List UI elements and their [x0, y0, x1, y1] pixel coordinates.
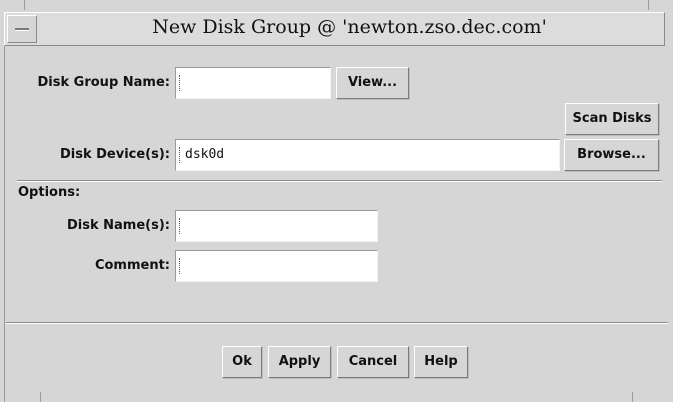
- options-label: Options:: [18, 185, 81, 200]
- comment-label: Comment:: [94, 258, 170, 273]
- frame-edge: [648, 0, 649, 10]
- comment-input[interactable]: [175, 250, 378, 282]
- frame-edge: [632, 392, 633, 402]
- action-separator: [6, 322, 668, 324]
- window-menu-icon[interactable]: [7, 15, 37, 43]
- disk-group-name-input[interactable]: [175, 67, 331, 99]
- ok-button[interactable]: Ok: [222, 346, 262, 378]
- disk-names-input[interactable]: [175, 210, 378, 242]
- disk-devices-input[interactable]: dsk0d: [175, 139, 560, 171]
- dialog-window: New Disk Group @ 'newton.zso.dec.com' Di…: [0, 0, 673, 402]
- text-caret-icon: [179, 75, 182, 91]
- view-button[interactable]: View...: [336, 67, 409, 99]
- disk-devices-label: Disk Device(s):: [59, 147, 170, 162]
- title-bar[interactable]: New Disk Group @ 'newton.zso.dec.com': [4, 12, 665, 46]
- text-caret-icon: [179, 258, 182, 274]
- scan-disks-button[interactable]: Scan Disks: [565, 103, 659, 135]
- help-button[interactable]: Help: [414, 346, 468, 378]
- options-separator: [17, 180, 662, 182]
- disk-names-label: Disk Name(s):: [67, 218, 170, 233]
- apply-button[interactable]: Apply: [268, 346, 331, 378]
- frame-edge: [24, 0, 25, 10]
- disk-group-name-label: Disk Group Name:: [37, 75, 170, 90]
- window-title: New Disk Group @ 'newton.zso.dec.com': [152, 16, 547, 38]
- browse-button[interactable]: Browse...: [564, 139, 659, 171]
- text-caret-icon: [179, 218, 182, 234]
- frame-edge: [40, 392, 41, 402]
- frame-edge: [4, 46, 5, 402]
- cancel-button[interactable]: Cancel: [337, 346, 409, 378]
- text-caret-icon: [179, 147, 182, 163]
